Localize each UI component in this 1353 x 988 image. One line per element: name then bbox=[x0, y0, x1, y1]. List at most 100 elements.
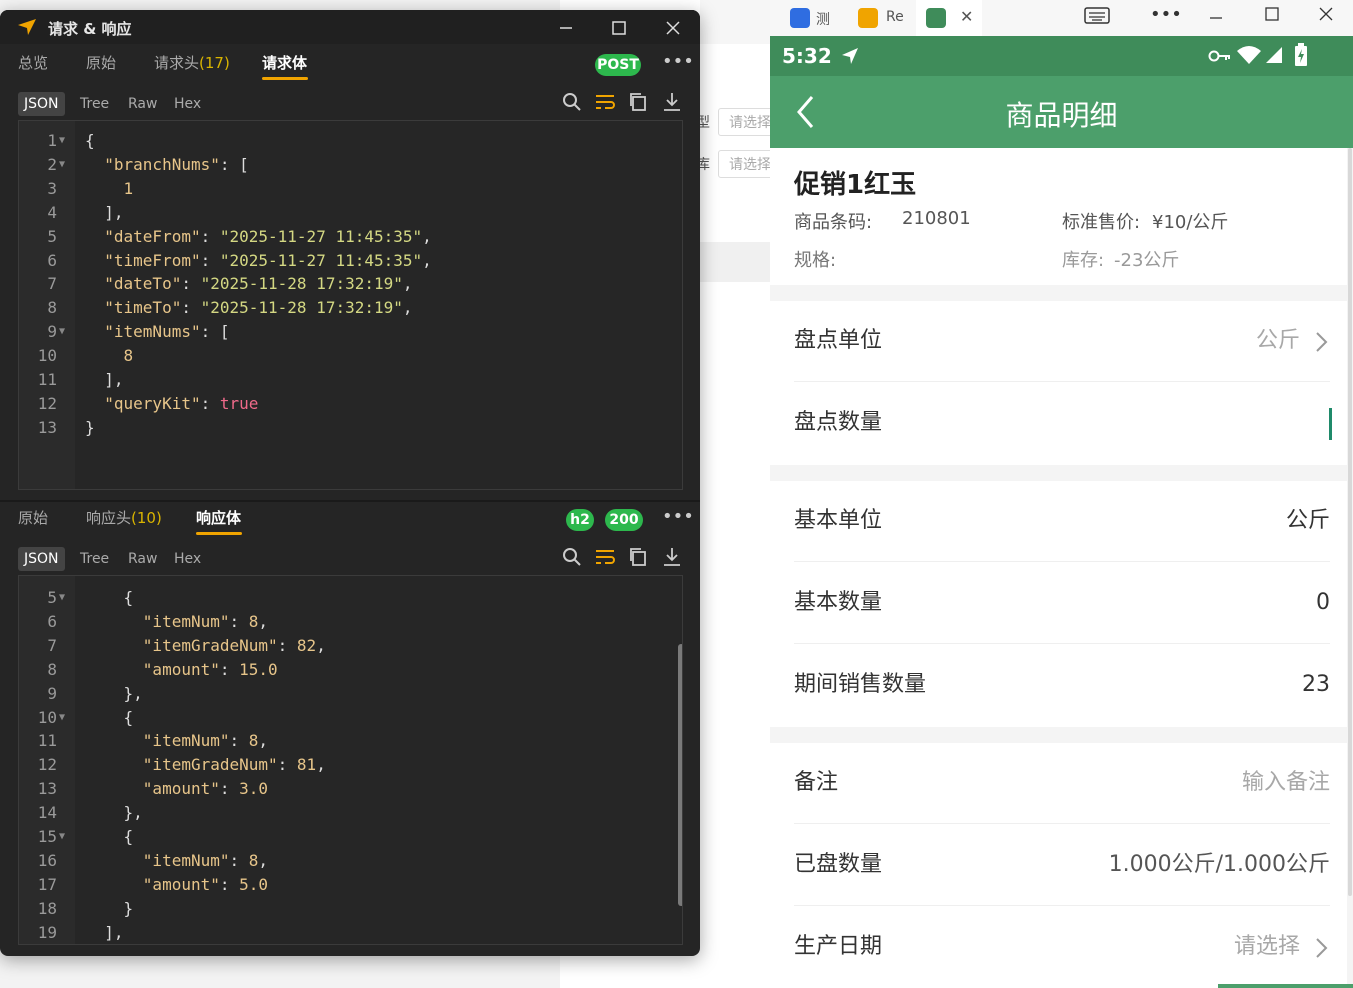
tab-response-body[interactable]: 响应体 bbox=[196, 500, 241, 536]
production-date-row[interactable]: 生产日期 请选择 bbox=[794, 907, 1330, 987]
remark-input[interactable]: 输入备注 bbox=[1242, 743, 1330, 823]
code-line[interactable]: 1 ▼ { bbox=[19, 129, 682, 153]
tab-overview[interactable]: 总览 bbox=[18, 45, 48, 81]
code-line[interactable]: 10 ▼ { bbox=[19, 706, 682, 730]
word-wrap-icon[interactable] bbox=[593, 90, 617, 114]
code-text: }, bbox=[85, 803, 143, 823]
maximize-icon[interactable] bbox=[1264, 6, 1280, 22]
tab-request-headers[interactable]: 请求头(17) bbox=[154, 45, 230, 81]
format-hex-tab[interactable]: Hex bbox=[168, 92, 207, 116]
code-text: "amount": 5.0 bbox=[142, 874, 269, 894]
line-number: 12 bbox=[37, 393, 57, 413]
code-line[interactable]: 16 "itemNum": 8, bbox=[19, 849, 682, 873]
code-line[interactable]: 11 ], bbox=[19, 368, 682, 392]
format-hex-tab[interactable]: Hex bbox=[168, 547, 207, 571]
fold-toggle-icon[interactable]: ▼ bbox=[59, 320, 65, 344]
fold-toggle-icon[interactable]: ▼ bbox=[59, 706, 65, 730]
code-line[interactable]: 5 "dateFrom": "2025-11-27 11:45:35", bbox=[19, 225, 682, 249]
code-line[interactable]: 12 "itemGradeNum": 81, bbox=[19, 753, 682, 777]
code-line[interactable]: 11 "itemNum": 8, bbox=[19, 729, 682, 753]
close-button[interactable] bbox=[653, 14, 693, 42]
base-quantity-row: 基本数量 0 bbox=[794, 563, 1330, 644]
word-wrap-icon[interactable] bbox=[593, 545, 617, 569]
line-number: 11 bbox=[37, 731, 57, 751]
period-sales-value: 23 bbox=[1302, 672, 1330, 697]
code-line[interactable]: 10 8 bbox=[19, 344, 682, 368]
close-icon[interactable]: ✕ bbox=[960, 7, 973, 26]
window-titlebar[interactable]: 请求 & 响应 bbox=[0, 10, 700, 44]
keyboard-icon[interactable] bbox=[1084, 6, 1110, 26]
download-icon[interactable] bbox=[660, 90, 684, 114]
format-json-tab[interactable]: JSON bbox=[18, 547, 65, 571]
code-line[interactable]: 5 ▼ { bbox=[19, 586, 682, 610]
code-line[interactable]: 12 "queryKit": true bbox=[19, 392, 682, 416]
request-body-editor[interactable]: 1 ▼{2 ▼ "branchNums": [3 14 ], 5 "dateFrom"… bbox=[18, 120, 683, 490]
code-line[interactable]: 4 ], bbox=[19, 201, 682, 225]
format-raw-tab[interactable]: Raw bbox=[122, 547, 163, 571]
code-line[interactable]: 6 "timeFrom": "2025-11-27 11:45:35", bbox=[19, 249, 682, 273]
remark-row[interactable]: 备注 输入备注 bbox=[794, 743, 1330, 824]
more-options-icon[interactable]: ••• bbox=[1150, 4, 1182, 25]
count-quantity-row[interactable]: 盘点数量 bbox=[794, 383, 1332, 463]
fold-toggle-icon[interactable]: ▼ bbox=[59, 129, 65, 153]
code-line[interactable]: 3 1 bbox=[19, 177, 682, 201]
battery-charging-icon bbox=[1295, 43, 1307, 66]
search-icon[interactable] bbox=[560, 90, 584, 114]
count-quantity-input-cursor[interactable] bbox=[1329, 408, 1332, 440]
code-line[interactable]: 8 "amount": 15.0 bbox=[19, 658, 682, 682]
remark-label: 备注 bbox=[794, 770, 839, 795]
code-line[interactable]: 18 } bbox=[19, 897, 682, 921]
code-line[interactable]: 6 "itemNum": 8, bbox=[19, 610, 682, 634]
tab-request-body[interactable]: 请求体 bbox=[262, 45, 307, 81]
response-body-editor[interactable]: 5 ▼ {6 "itemNum": 8, 7 "itemGradeNum": 82,… bbox=[18, 575, 683, 945]
count-section: 盘点单位 公斤 盘点数量 bbox=[770, 301, 1347, 465]
download-icon[interactable] bbox=[660, 545, 684, 569]
more-options-icon[interactable]: ••• bbox=[662, 506, 694, 527]
fold-toggle-icon[interactable]: ▼ bbox=[59, 586, 65, 610]
tab-response-raw[interactable]: 原始 bbox=[18, 500, 48, 536]
more-options-icon[interactable]: ••• bbox=[662, 51, 694, 72]
search-icon[interactable] bbox=[560, 545, 584, 569]
format-tree-tab[interactable]: Tree bbox=[74, 547, 115, 571]
code-line[interactable]: 17 "amount": 5.0 bbox=[19, 873, 682, 897]
code-line[interactable]: 9 ▼ "itemNums": [ bbox=[19, 320, 682, 344]
response-format-bar: JSON Tree Raw Hex bbox=[0, 543, 700, 573]
window-tab-active[interactable]: ✕ bbox=[916, 0, 982, 36]
format-raw-tab[interactable]: Raw bbox=[122, 92, 163, 116]
count-unit-label: 盘点单位 bbox=[794, 328, 883, 353]
tab-response-headers[interactable]: 响应头(10) bbox=[86, 500, 162, 536]
code-line[interactable]: 7 "itemGradeNum": 82, bbox=[19, 634, 682, 658]
code-line[interactable]: 2 ▼ "branchNums": [ bbox=[19, 153, 682, 177]
code-line[interactable]: 13 "amount": 3.0 bbox=[19, 777, 682, 801]
close-icon[interactable] bbox=[1318, 6, 1334, 22]
code-text: "dateTo": "2025-11-28 17:32:19", bbox=[104, 274, 413, 294]
code-line[interactable]: 14 }, bbox=[19, 801, 682, 825]
app-bar: 商品明细 bbox=[770, 76, 1353, 148]
minimize-icon[interactable] bbox=[1208, 10, 1224, 26]
app-icon-blue bbox=[790, 8, 810, 28]
fold-toggle-icon[interactable]: ▼ bbox=[59, 153, 65, 177]
status-badge: 200 bbox=[605, 509, 643, 531]
header-count: (10) bbox=[131, 509, 162, 527]
copy-icon[interactable] bbox=[626, 90, 650, 114]
code-line[interactable]: 19 ], bbox=[19, 921, 682, 944]
background-select[interactable]: 请选择 bbox=[718, 108, 778, 136]
page-scrollbar[interactable] bbox=[1348, 148, 1352, 896]
production-date-select[interactable]: 请选择 bbox=[1234, 907, 1300, 987]
tab-raw[interactable]: 原始 bbox=[86, 45, 116, 81]
background-select[interactable]: 请选择 bbox=[718, 150, 778, 178]
code-line[interactable]: 9 }, bbox=[19, 682, 682, 706]
code-line[interactable]: 15 ▼ { bbox=[19, 825, 682, 849]
maximize-button[interactable] bbox=[599, 14, 639, 42]
code-line[interactable]: 7 "dateTo": "2025-11-28 17:32:19", bbox=[19, 272, 682, 296]
count-quantity-label: 盘点数量 bbox=[794, 410, 883, 435]
format-json-tab[interactable]: JSON bbox=[18, 92, 65, 116]
period-sales-label: 期间销售数量 bbox=[794, 672, 927, 697]
count-unit-row[interactable]: 盘点单位 公斤 bbox=[794, 301, 1330, 382]
minimize-button[interactable] bbox=[546, 14, 586, 42]
code-line[interactable]: 8 "timeTo": "2025-11-28 17:32:19", bbox=[19, 296, 682, 320]
code-line[interactable]: 13} bbox=[19, 416, 682, 440]
copy-icon[interactable] bbox=[626, 545, 650, 569]
fold-toggle-icon[interactable]: ▼ bbox=[59, 825, 65, 849]
format-tree-tab[interactable]: Tree bbox=[74, 92, 115, 116]
